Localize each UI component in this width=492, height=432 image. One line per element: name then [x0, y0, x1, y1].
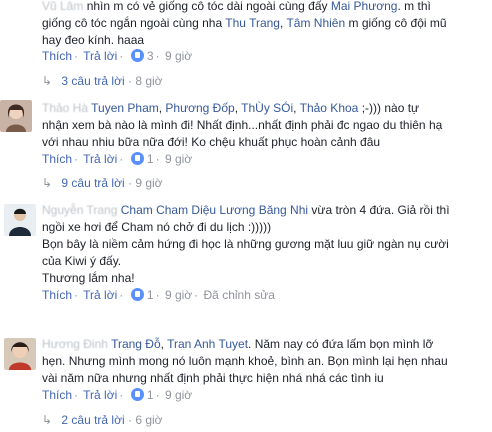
- like-count[interactable]: 1: [147, 288, 154, 302]
- view-replies[interactable]: ↳ 9 câu trả lời · 9 giờ: [42, 176, 163, 190]
- mention-link[interactable]: Thu Trang: [225, 16, 280, 30]
- comment-time[interactable]: 9 giờ: [165, 152, 192, 166]
- reply-button[interactable]: Trả lời: [83, 388, 117, 402]
- avatar[interactable]: [0, 100, 32, 132]
- like-count[interactable]: 3: [147, 49, 154, 63]
- comment-1-actions: Thích · Trả lời · 3 · 9 giờ: [42, 49, 193, 63]
- mention-link[interactable]: Cham Cham Diệu Lương Băng Nhi: [121, 203, 308, 217]
- like-count[interactable]: 1: [147, 388, 154, 402]
- reply-arrow-icon: ↳: [42, 176, 53, 190]
- reply-button[interactable]: Trả lời: [83, 288, 117, 302]
- comment-4-text: Hương Đinh Trang Đỗ, Tran Anh Tuyet. Năm…: [42, 337, 448, 385]
- like-count-icon: [130, 288, 144, 301]
- mention-link[interactable]: Tran Anh Tuyet: [167, 337, 248, 351]
- comment-4-actions: Thích · Trả lời · 1 · 9 giờ: [42, 388, 193, 402]
- comment-time[interactable]: 9 giờ: [165, 388, 192, 402]
- like-button[interactable]: Thích: [42, 288, 72, 302]
- avatar[interactable]: [4, 338, 36, 370]
- reply-arrow-icon: ↳: [42, 413, 53, 427]
- comment-time[interactable]: 9 giờ: [165, 288, 192, 302]
- like-count-icon: [130, 388, 144, 401]
- comment-4-author[interactable]: Hương Đinh: [42, 337, 108, 351]
- comment-1-author[interactable]: Vũ Lâm: [42, 0, 83, 13]
- like-count-icon: [130, 49, 144, 62]
- comment-1-text: Vũ Lâm nhìn m có vẻ giống cô tóc dài ngo…: [42, 0, 447, 47]
- comment-2-actions: Thích · Trả lời · 1 · 9 giờ: [42, 152, 193, 166]
- comment-2-author[interactable]: Thảo Hà: [42, 101, 88, 115]
- mention-link[interactable]: ThÙy SÓi: [241, 101, 293, 115]
- comment-time[interactable]: 9 giờ: [165, 49, 192, 63]
- mention-link[interactable]: Tuyen Pham: [91, 101, 159, 115]
- like-button[interactable]: Thích: [42, 388, 72, 402]
- comment-3-author[interactable]: Nguyễn Trang: [42, 203, 117, 217]
- comment-2-text: Thảo Hà Tuyen Pham, Phương Đốp, ThÙy SÓi…: [42, 101, 443, 149]
- reply-button[interactable]: Trả lời: [83, 49, 117, 63]
- reply-button[interactable]: Trả lời: [83, 152, 117, 166]
- like-count-icon: [130, 152, 144, 165]
- comment-3-actions: Thích · Trả lời · 1 · 9 giờ · Đã chỉnh sửa: [42, 288, 275, 302]
- comment-3-text: Nguyễn Trang Cham Cham Diệu Lương Băng N…: [42, 203, 450, 285]
- like-count[interactable]: 1: [147, 152, 154, 166]
- mention-link[interactable]: Mai Phương: [331, 0, 398, 13]
- reply-arrow-icon: ↳: [42, 74, 53, 88]
- view-replies[interactable]: ↳ 3 câu trả lời · 8 giờ: [42, 74, 163, 88]
- mention-link[interactable]: Phương Đốp: [165, 101, 234, 115]
- like-button[interactable]: Thích: [42, 49, 72, 63]
- view-replies[interactable]: ↳ 2 câu trả lời · 6 giờ: [42, 413, 163, 427]
- mention-link[interactable]: Thảo Khoa: [300, 101, 359, 115]
- edited-label[interactable]: Đã chỉnh sửa: [204, 288, 275, 302]
- avatar[interactable]: [4, 204, 36, 236]
- like-button[interactable]: Thích: [42, 152, 72, 166]
- mention-link[interactable]: Tâm Nhiên: [286, 16, 345, 30]
- mention-link[interactable]: Trang Đỗ: [111, 337, 161, 351]
